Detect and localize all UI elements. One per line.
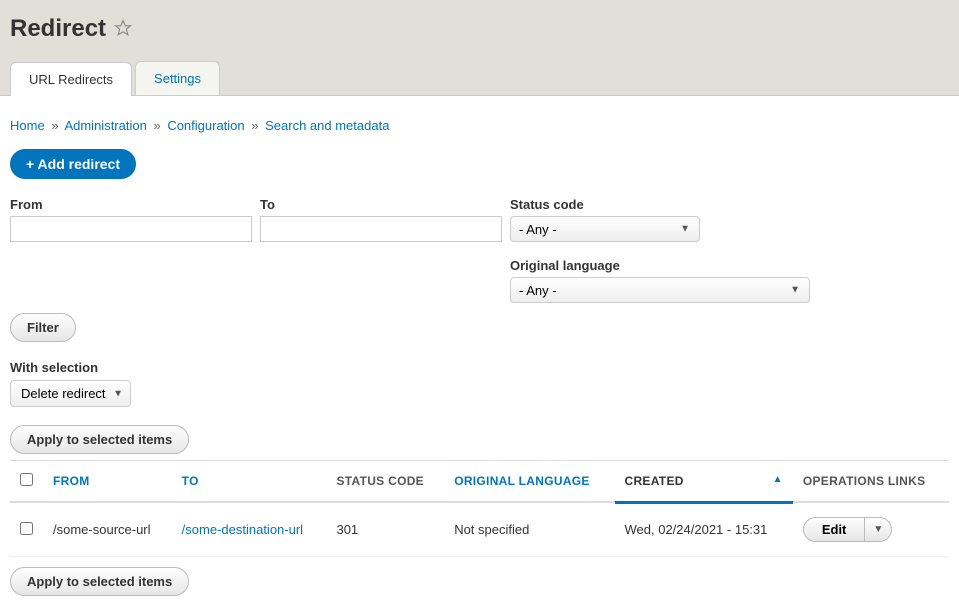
breadcrumb-sep: » (153, 118, 160, 133)
edit-button[interactable]: Edit (803, 517, 866, 542)
select-all-checkbox[interactable] (20, 473, 33, 486)
col-from[interactable]: FROM (43, 461, 172, 503)
from-input[interactable] (10, 216, 252, 242)
row-checkbox[interactable] (20, 522, 33, 535)
col-created[interactable]: CREATED ▲ (615, 461, 793, 503)
bulk-action-select[interactable]: Delete redirect (10, 380, 131, 407)
cell-created: Wed, 02/24/2021 - 15:31 (615, 502, 793, 557)
status-code-select[interactable]: - Any - (510, 216, 700, 242)
original-language-label: Original language (510, 258, 810, 273)
with-selection-label: With selection (10, 360, 949, 375)
breadcrumb-configuration[interactable]: Configuration (167, 118, 244, 133)
col-status-code[interactable]: STATUS CODE (326, 461, 444, 503)
col-original-language[interactable]: ORIGINAL LANGUAGE (444, 461, 614, 503)
cell-lang: Not specified (444, 502, 614, 557)
original-language-select[interactable]: - Any - (510, 277, 810, 303)
sort-asc-icon: ▲ (773, 474, 783, 485)
breadcrumb-sep: » (51, 118, 58, 133)
cell-status: 301 (326, 502, 444, 557)
from-label: From (10, 197, 252, 212)
favorite-star-icon[interactable] (114, 19, 132, 40)
to-input[interactable] (260, 216, 502, 242)
col-created-label: CREATED (625, 474, 684, 488)
breadcrumb: Home » Administration » Configuration » … (10, 118, 949, 133)
tabs: URL Redirects Settings (10, 61, 949, 95)
breadcrumb-administration[interactable]: Administration (64, 118, 146, 133)
status-code-label: Status code (510, 197, 700, 212)
redirects-table: FROM TO STATUS CODE ORIGINAL LANGUAGE CR… (10, 460, 949, 557)
filter-button[interactable]: Filter (10, 313, 76, 342)
breadcrumb-home[interactable]: Home (10, 118, 45, 133)
cell-from: /some-source-url (43, 502, 172, 557)
breadcrumb-search-metadata[interactable]: Search and metadata (265, 118, 389, 133)
cell-to-link[interactable]: /some-destination-url (182, 522, 303, 537)
tab-url-redirects[interactable]: URL Redirects (10, 62, 132, 96)
edit-dropdown-toggle[interactable]: ▼ (865, 517, 892, 542)
breadcrumb-sep: » (251, 118, 258, 133)
to-label: To (260, 197, 502, 212)
col-to[interactable]: TO (172, 461, 327, 503)
apply-to-selected-bottom-button[interactable]: Apply to selected items (10, 567, 189, 596)
tab-settings[interactable]: Settings (135, 61, 220, 95)
table-row: /some-source-url /some-destination-url 3… (10, 502, 949, 557)
col-operations: OPERATIONS LINKS (793, 461, 949, 503)
apply-to-selected-top-button[interactable]: Apply to selected items (10, 425, 189, 454)
page-title: Redirect (10, 15, 106, 43)
add-redirect-button[interactable]: + Add redirect (10, 149, 136, 179)
